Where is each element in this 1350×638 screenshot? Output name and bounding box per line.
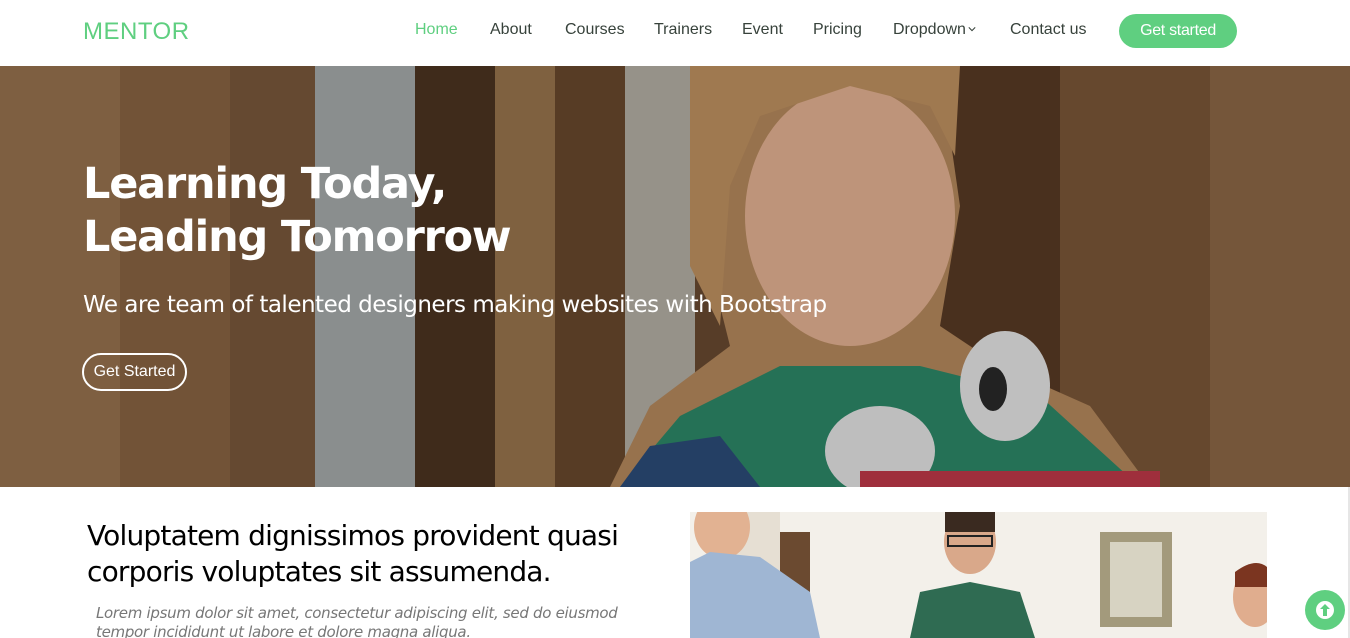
nav-dropdown-label: Dropdown [893, 21, 966, 38]
chevron-down-icon [968, 27, 976, 32]
hero-get-started-button[interactable]: Get Started [82, 353, 187, 391]
about-text: Lorem ipsum dolor sit amet, consectetur … [96, 604, 618, 638]
nav-home[interactable]: Home [415, 21, 458, 39]
about-photo [690, 512, 1267, 638]
get-started-button[interactable]: Get started [1119, 14, 1237, 48]
nav-pricing[interactable]: Pricing [813, 21, 862, 39]
nav-about[interactable]: About [490, 21, 532, 39]
arrow-up-icon [1316, 601, 1334, 619]
nav-trainers[interactable]: Trainers [654, 21, 712, 39]
nav-event[interactable]: Event [742, 21, 783, 39]
nav-courses[interactable]: Courses [565, 21, 625, 39]
about-heading: Voluptatem dignissimos provident quasi c… [87, 519, 619, 588]
nav-contact[interactable]: Contact us [1010, 21, 1086, 39]
about-image [690, 512, 1267, 638]
hero-title-line-2: Leading Tomorrow [83, 212, 512, 262]
hero-subtitle: We are team of talented designers making… [83, 292, 827, 318]
back-to-top-button[interactable] [1305, 590, 1345, 630]
hero-title: Learning Today, Leading Tomorrow [83, 158, 683, 264]
hero-overlay [0, 66, 1350, 487]
hero-title-line-1: Learning Today, [83, 159, 447, 209]
nav-dropdown[interactable]: Dropdown [893, 21, 976, 39]
site-header: MENTOR Home About Courses Trainers Event… [0, 0, 1350, 66]
hero-section: Learning Today, Leading Tomorrow We are … [0, 66, 1350, 487]
